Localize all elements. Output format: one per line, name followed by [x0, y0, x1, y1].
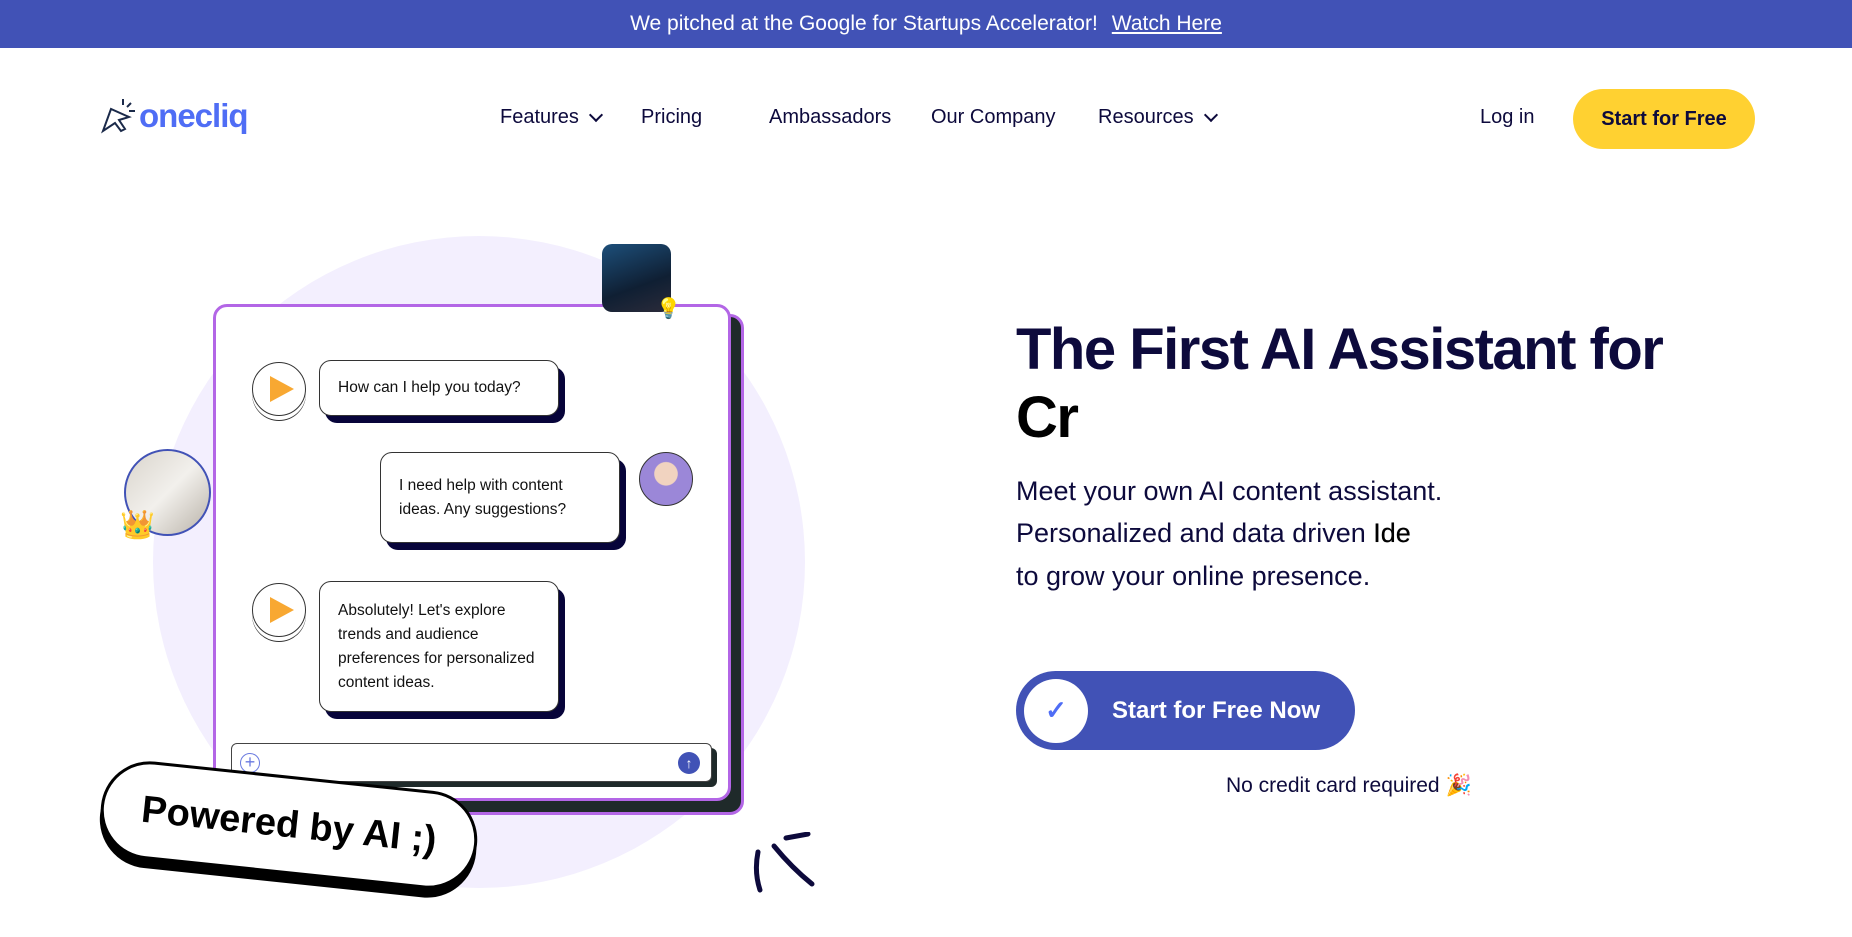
nav-label: Features — [500, 106, 579, 128]
play-icon — [270, 376, 294, 402]
title-line-2: Cr — [1016, 385, 1079, 450]
party-popper-icon: 🎉 — [1445, 774, 1472, 797]
bot-avatar — [252, 362, 306, 416]
nav-label: Ambassadors — [769, 106, 892, 128]
chat-bubble-bot: Absolutely! Let's explore trends and aud… — [319, 581, 559, 712]
nav-features[interactable]: Features — [500, 106, 604, 129]
nav-resources[interactable]: Resources — [1098, 106, 1218, 129]
typing-word: Ide — [1373, 518, 1411, 548]
chevron-down-icon — [588, 107, 604, 123]
no-credit-card-note: No credit card required 🎉 — [1226, 774, 1472, 798]
check-icon: ✓ — [1024, 678, 1088, 743]
start-for-free-now-button[interactable]: ✓ Start for Free Now — [1016, 671, 1355, 750]
start-for-free-button[interactable]: Start for Free — [1573, 89, 1755, 149]
nav-label: Our Company — [931, 106, 1056, 128]
chat-bubble-bot: How can I help you today? — [319, 360, 559, 416]
chat-input[interactable]: + ↑ — [231, 743, 712, 782]
note-text: No credit card required — [1226, 774, 1440, 797]
hero-subtitle-1: Meet your own AI content assistant. — [1016, 476, 1443, 506]
nav-pricing[interactable]: Pricing — [641, 106, 702, 129]
nav-ambassadors[interactable]: Ambassadors — [769, 106, 891, 129]
bot-avatar — [252, 583, 306, 637]
lightbulb-icon: 💡 — [656, 298, 681, 320]
logo[interactable]: onecliq — [99, 95, 249, 135]
send-arrow-icon[interactable]: ↑ — [678, 752, 700, 774]
hero-subtitle-3: to grow your online presence. — [1016, 561, 1371, 591]
logo-text: onecliq — [139, 97, 249, 134]
banner-text: We pitched at the Google for Startups Ac… — [630, 12, 1098, 35]
play-icon — [270, 597, 294, 623]
login-label: Log in — [1480, 106, 1535, 128]
nav-label: Resources — [1098, 106, 1194, 128]
user-avatar — [639, 452, 693, 506]
squiggle-decoration-icon — [753, 832, 815, 893]
nav-label: Pricing — [641, 106, 703, 128]
cta-label: Start for Free Now — [1112, 696, 1321, 724]
cursor-click-icon — [101, 99, 135, 134]
nav-our-company[interactable]: Our Company — [931, 106, 1056, 129]
hero-title: The First AI Assistant for Cr — [1016, 316, 1716, 452]
crown-icon: 👑 — [120, 509, 155, 540]
hero-subtitle-2: Personalized and data driven Ide — [1016, 518, 1411, 549]
chevron-down-icon — [1203, 107, 1218, 123]
announcement-banner: We pitched at the Google for Startups Ac… — [0, 0, 1852, 48]
watch-here-link[interactable]: Watch Here — [1112, 12, 1222, 36]
login-link[interactable]: Log in — [1480, 106, 1535, 129]
title-line-1: The First AI Assistant for — [1016, 317, 1664, 382]
chat-bubble-user: I need help with content ideas. Any sugg… — [380, 452, 620, 543]
subtitle-text: Personalized and data driven — [1016, 518, 1366, 548]
